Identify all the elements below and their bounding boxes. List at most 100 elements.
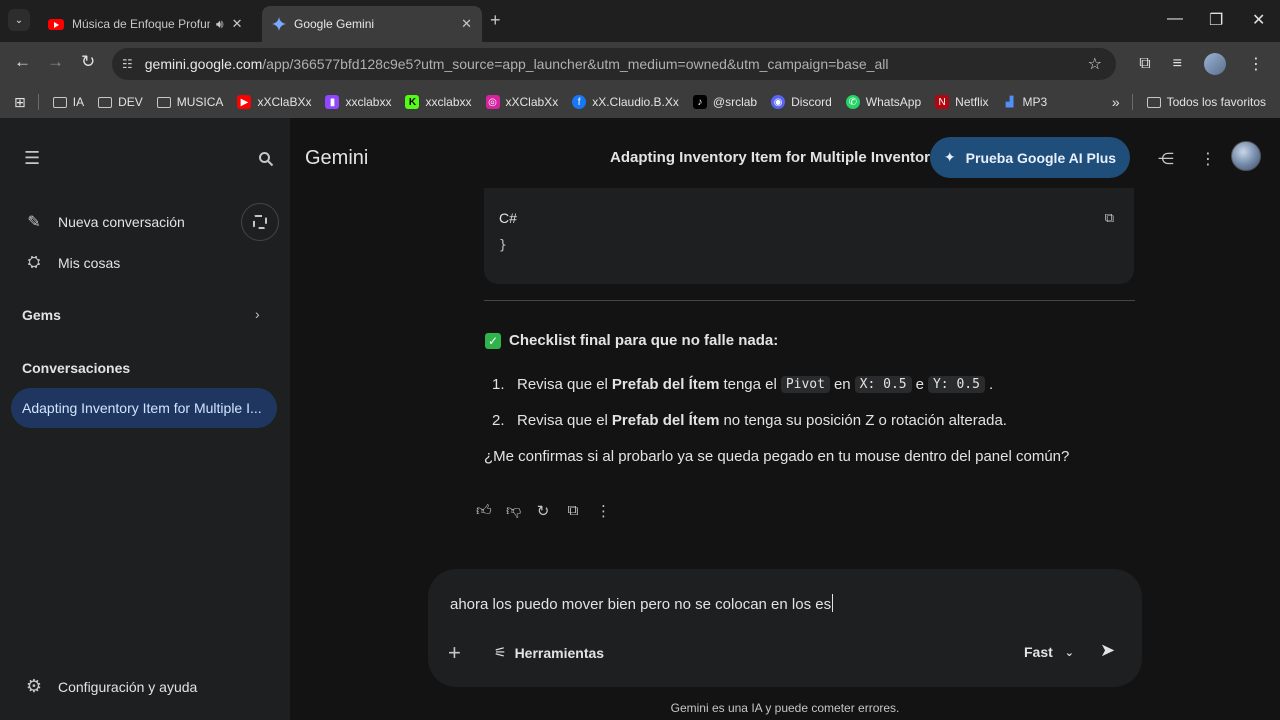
tab-strip: ⌄ Música de Enfoque Profundo 🔊︎ ✕ Google… [0,0,1280,42]
back-button[interactable]: ← [14,52,31,72]
step-text: en [833,375,851,393]
bookmark-youtube[interactable]: ▶ xXClaBXx [237,95,311,109]
mode-label: Fast [1024,644,1053,660]
tab-gemini[interactable]: Google Gemini ✕ [262,6,482,42]
send-icon[interactable]: ➤ [1100,640,1115,661]
list-item: 2. Revisa que el Prefab del Ítem no teng… [492,402,1007,438]
tiktok-icon: ♪ [692,95,707,109]
bookmark-kick[interactable]: Kxxclabxx [405,95,472,109]
upgrade-button[interactable]: ✦ Prueba Google AI Plus [930,137,1130,178]
more-options-icon[interactable]: ⋮ [1200,149,1216,169]
apps-icon[interactable]: ⊞ [14,94,26,111]
bookmarks-bar: ⊞ IA DEV MUSICA ▶ xXClaBXx ▮ xxclabxx Kxxc… [0,86,1280,118]
forward-button[interactable]: → [47,52,64,72]
settings-help-button[interactable]: ⚙ Configuración y ayuda [24,676,197,697]
speaker-icon[interactable]: 🔊︎ [216,17,224,32]
my-stuff-button[interactable]: ⛭ Mis cosas [24,254,121,272]
separator [1131,94,1133,110]
search-icon[interactable] [258,151,274,167]
sidebar-top: ☰ [24,148,274,169]
netflix-icon: N [935,95,950,109]
discord-icon: ◉ [771,95,786,109]
restore-button[interactable]: ❐ [1209,10,1223,30]
close-tab-icon[interactable]: ✕ [461,16,472,32]
inline-code: Y: 0.5 [927,375,985,393]
share-icon[interactable]: ⋲ [1158,149,1174,169]
all-bookmarks[interactable]: Todos los favoritos [1146,95,1266,109]
chevron-right-icon[interactable]: › [255,306,260,322]
my-stuff-label: Mis cosas [58,255,121,271]
bookmark-whatsapp[interactable]: ✆ WhatsApp [845,95,921,109]
omnibox[interactable]: ☷ gemini.google.com/app/366577bfd128c9e5… [112,48,1116,80]
bookmark-discord[interactable]: ◉ Discord [771,95,832,109]
model-mode-selector[interactable]: Fast ⌄ [1024,644,1074,660]
thumbs-down-icon[interactable]: 👎︎ [506,502,521,520]
hamburger-menu-icon[interactable]: ☰ [24,148,40,169]
step-text: e [915,375,924,393]
prompt-input[interactable]: ahora los puedo mover bien pero no se co… [450,594,834,613]
bookmark-mp3[interactable]: ▟ MP3 [1003,95,1048,109]
step-bold: Prefab del Ítem [611,375,720,393]
conversation-item-active[interactable]: Adapting Inventory Item for Multiple I..… [11,388,277,428]
facebook-icon: f [572,95,587,109]
add-attachment-button[interactable]: + [448,640,461,666]
extensions-icon[interactable]: ⧉ [1139,55,1150,73]
bookmark-facebook[interactable]: f xX.Claudio.B.Xx [572,95,679,109]
step-text: no tenga su posición Z o rotación altera… [723,411,1007,429]
chevron-down-icon: ⌄ [1064,646,1075,659]
bookmark-instagram[interactable]: ◎ xXClabXx [485,95,558,109]
edit-icon: ✎ [27,214,41,231]
tab-music[interactable]: Música de Enfoque Profundo 🔊︎ ✕ [38,6,258,42]
gear-icon: ⚙ [25,676,43,696]
bookmark-dev[interactable]: DEV [98,95,143,109]
site-settings-icon[interactable]: ☷ [122,57,133,71]
bookmark-tiktok[interactable]: ♪ @srclab [692,95,757,109]
copy-code-icon[interactable]: ⧉ [1105,210,1114,226]
folder-icon [52,96,67,108]
new-tab-button[interactable]: + [490,10,501,31]
twitch-icon: ▮ [325,95,340,109]
youtube-icon [48,18,64,30]
divider [484,300,1135,301]
tab-search-button[interactable]: ⌄ [8,9,30,31]
close-tab-icon[interactable]: ✕ [232,16,243,32]
media-control-icon[interactable]: ≡ [1173,55,1182,73]
step-bold: Prefab del Ítem [611,411,720,429]
copy-icon[interactable]: ⧉ [566,502,580,520]
menu-icon[interactable]: ⋮ [1248,54,1264,74]
more-vert-icon[interactable]: ⋮ [596,502,611,520]
dashed-square-icon [253,215,267,229]
tab-title: Música de Enfoque Profundo [72,17,210,31]
sidebar: ☰ ✎ Nueva conversación ⛭ Mis cosas Gems … [0,118,290,720]
bookmark-netflix[interactable]: N Netflix [935,95,989,109]
new-chat-button[interactable]: ✎ Nueva conversación [24,212,185,232]
prompt-composer[interactable]: ahora los puedo mover bien pero no se co… [428,569,1142,687]
chevron-down-icon: ⌄ [14,14,24,26]
close-window-button[interactable]: ✕ [1252,10,1265,30]
address-bar: ← → ↻ ☷ gemini.google.com/app/366577bfd1… [0,42,1280,86]
disclaimer: Gemini es una IA y puede cometer errores… [670,701,900,715]
bookmark-star-icon[interactable]: ☆ [1088,54,1102,74]
tab-title: Google Gemini [294,17,375,31]
more-bookmarks-icon[interactable]: » [1112,94,1120,110]
thumbs-up-icon[interactable]: 👍︎ [476,502,492,520]
temporary-chat-button[interactable] [241,203,279,241]
code-language: C# [499,210,517,226]
user-avatar[interactable] [1231,141,1261,171]
bookmark-musica[interactable]: MUSICA [156,95,223,109]
profile-avatar[interactable] [1204,53,1226,75]
upgrade-label: Prueba Google AI Plus [965,149,1117,166]
minimize-button[interactable]: — [1167,10,1183,28]
response-question: ¿Me confirmas si al probarlo ya se queda… [484,448,1070,465]
reload-button[interactable]: ↻ [81,52,95,72]
stack-icon: ⛭ [27,254,41,271]
bookmark-twitch[interactable]: ▮ xxclabxx [325,95,391,109]
bookmark-ia[interactable]: IA [52,95,84,109]
regenerate-icon[interactable]: ↻ [536,502,550,520]
chart-icon: ▟ [1005,96,1014,108]
gemini-app: ☰ ✎ Nueva conversación ⛭ Mis cosas Gems … [0,118,1280,720]
tools-button[interactable]: ⚟ Herramientas [494,644,604,661]
gemini-logo-text[interactable]: Gemini [305,147,368,170]
main-panel: Gemini Adapting Inventory Item for Multi… [290,118,1280,720]
gems-link[interactable]: Gems [22,307,61,323]
